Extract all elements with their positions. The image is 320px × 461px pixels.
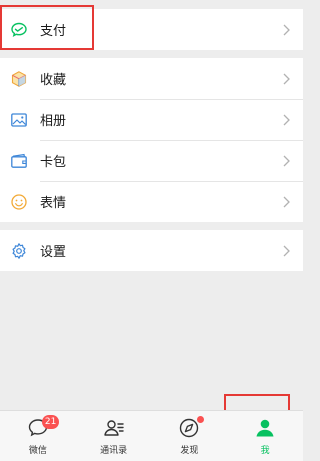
menu-item-album[interactable]: 相册 <box>0 99 303 140</box>
tab-label-chats: 微信 <box>28 446 47 456</box>
tab-label-contacts: 通讯录 <box>100 446 128 456</box>
menu-label-album: 相册 <box>40 114 67 129</box>
tab-chats[interactable]: 21 微信 <box>0 411 76 461</box>
features-group: 收藏 相册 卡包 表情 <box>0 58 303 222</box>
divider-gap <box>0 50 303 58</box>
settings-group: 设置 <box>0 230 303 271</box>
menu-item-favorites[interactable]: 收藏 <box>0 58 303 99</box>
tab-discover[interactable]: 发现 <box>152 411 228 461</box>
chevron-right-icon <box>281 195 291 209</box>
unread-badge: 21 <box>41 415 60 429</box>
gear-icon <box>10 242 28 260</box>
new-activity-dot <box>197 416 205 423</box>
chevron-right-icon <box>281 72 291 86</box>
pay-check-icon <box>10 21 28 39</box>
menu-label-stickers: 表情 <box>40 196 67 211</box>
tab-label-me: 我 <box>260 446 270 456</box>
tab-contacts[interactable]: 通讯录 <box>76 411 152 461</box>
bottom-tab-bar: 21 微信 通讯录 发现 我 <box>0 410 303 461</box>
chevron-right-icon <box>281 23 291 37</box>
tab-label-discover: 发现 <box>180 446 199 456</box>
menu-item-stickers[interactable]: 表情 <box>0 181 303 222</box>
smiley-icon <box>10 193 28 211</box>
chevron-right-icon <box>281 244 291 258</box>
cube-icon <box>10 70 28 88</box>
menu-label-cards: 卡包 <box>40 155 67 170</box>
menu-label-settings: 设置 <box>40 245 67 260</box>
tab-me[interactable]: 我 <box>227 411 303 461</box>
top-spacer <box>0 0 303 9</box>
menu-label-pay: 支付 <box>40 24 67 39</box>
menu-item-settings[interactable]: 设置 <box>0 230 303 271</box>
contacts-icon <box>103 420 124 436</box>
card-wallet-icon <box>10 152 28 170</box>
menu-item-cards[interactable]: 卡包 <box>0 140 303 181</box>
menu-item-pay[interactable]: 支付 <box>0 9 303 50</box>
chevron-right-icon <box>281 154 291 168</box>
pay-group: 支付 <box>0 9 303 50</box>
picture-icon <box>10 111 28 129</box>
divider-gap <box>0 222 303 230</box>
menu-label-favorites: 收藏 <box>40 73 67 88</box>
chevron-right-icon <box>281 113 291 127</box>
person-icon <box>256 419 274 437</box>
